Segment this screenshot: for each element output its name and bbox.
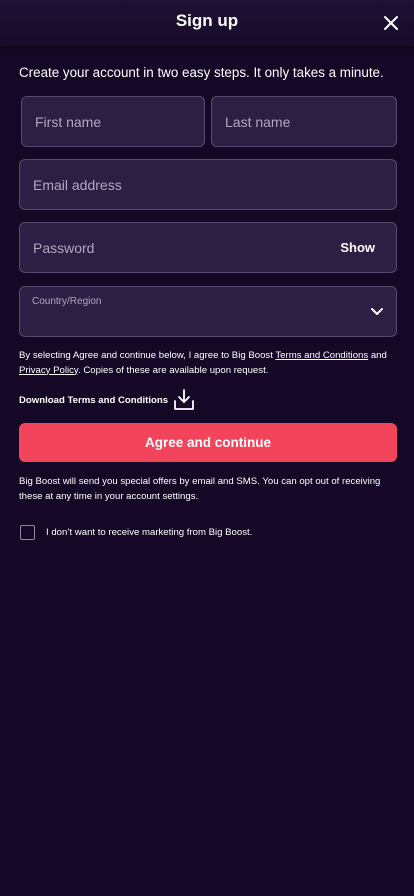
email-input[interactable] (20, 160, 396, 209)
download-label: Download Terms and Conditions (19, 394, 169, 406)
marketing-note: Big Boost will send you special offers b… (19, 476, 381, 502)
intro-text: Create your account in two easy steps. I… (19, 65, 384, 80)
last-name-input[interactable] (212, 97, 396, 146)
download-icon (174, 389, 194, 410)
show-password-button[interactable]: Show (340, 240, 375, 255)
header-bar: Sign up (0, 0, 414, 46)
download-terms-link[interactable]: Download Terms and Conditions (19, 387, 194, 413)
chevron-down-icon (371, 308, 383, 315)
privacy-link[interactable]: Privacy Policy (19, 365, 78, 376)
password-field: Show (19, 222, 397, 273)
country-select[interactable]: Country/Region (19, 286, 397, 337)
last-name-field (211, 96, 397, 147)
terms-link[interactable]: Terms and Conditions (275, 350, 368, 361)
email-field (19, 159, 397, 210)
marketing-optout-label: I don’t want to receive marketing from B… (46, 527, 253, 538)
close-button[interactable] (380, 12, 402, 34)
legal-prefix: By selecting Agree and continue below, I… (19, 350, 276, 361)
close-icon (384, 16, 398, 30)
legal-and: and (368, 350, 387, 361)
agree-and-continue-button[interactable]: Agree and continue (19, 423, 397, 462)
page-title: Sign up (175, 11, 239, 30)
first-name-field (21, 96, 205, 147)
legal-suffix: . Copies of these are available upon req… (78, 364, 269, 376)
marketing-optout-checkbox[interactable] (20, 525, 35, 540)
signup-screen: Sign up Create your account in two easy … (0, 0, 414, 896)
marketing-optout[interactable]: I don’t want to receive marketing from B… (20, 525, 252, 540)
country-label: Country/Region (32, 296, 102, 307)
legal-text: By selecting Agree and continue below, I… (19, 349, 399, 378)
first-name-input[interactable] (22, 97, 204, 146)
